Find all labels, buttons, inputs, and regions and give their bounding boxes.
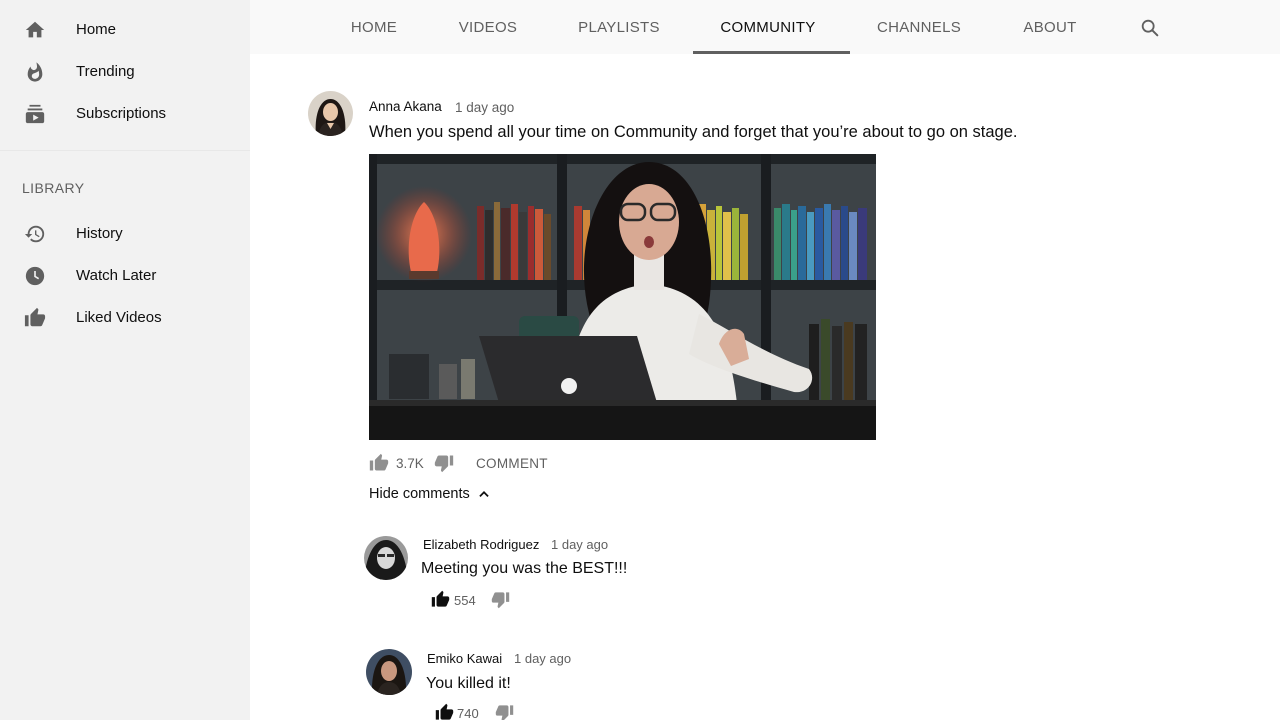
comment-text: You killed it! xyxy=(426,675,511,692)
active-tab-indicator xyxy=(693,51,850,54)
sidebar-item-label: Subscriptions xyxy=(76,105,167,122)
tab-playlists[interactable]: PLAYLISTS xyxy=(572,0,666,54)
tab-community[interactable]: COMMUNITY xyxy=(708,0,828,54)
comment-timestamp[interactable]: 1 day ago xyxy=(514,651,571,666)
trending-icon xyxy=(23,60,47,84)
sidebar-item-label: History xyxy=(76,225,123,242)
subscriptions-icon xyxy=(23,102,47,126)
comment-author-avatar[interactable] xyxy=(364,536,408,580)
sidebar-item-label: Watch Later xyxy=(76,267,157,284)
channel-tabs: HOME VIDEOS PLAYLISTS COMMUNITY CHANNELS… xyxy=(250,0,1280,54)
comment-author-name[interactable]: Emiko Kawai xyxy=(427,651,502,666)
tab-videos[interactable]: VIDEOS xyxy=(449,0,527,54)
tab-about[interactable]: ABOUT xyxy=(1017,0,1083,54)
sidebar-item-label: Trending xyxy=(76,63,135,80)
tab-channels[interactable]: CHANNELS xyxy=(869,0,969,54)
comment-text: Meeting you was the BEST!!! xyxy=(421,560,628,577)
thumbs-down-icon[interactable] xyxy=(495,703,514,720)
post-author-avatar[interactable] xyxy=(308,91,353,136)
comment-author-avatar[interactable] xyxy=(366,649,412,695)
comment-like-count: 554 xyxy=(454,593,476,608)
sidebar-item-trending[interactable]: Trending xyxy=(0,51,250,93)
thumbs-up-icon[interactable] xyxy=(369,453,389,473)
thumbs-down-icon[interactable] xyxy=(434,453,454,473)
thumbs-up-icon[interactable] xyxy=(431,590,450,609)
sidebar-divider xyxy=(0,150,250,151)
sidebar-item-liked-videos[interactable]: Liked Videos xyxy=(0,297,250,339)
sidebar-item-watch-later[interactable]: Watch Later xyxy=(0,255,250,297)
sidebar-item-home[interactable]: Home xyxy=(0,9,250,51)
hide-comments-toggle[interactable]: Hide comments xyxy=(369,486,491,502)
library-heading: LIBRARY xyxy=(22,180,85,196)
post-like-count: 3.7K xyxy=(396,456,424,471)
comment-like-count: 740 xyxy=(457,706,479,720)
tab-home[interactable]: HOME xyxy=(340,0,408,54)
thumbs-up-icon[interactable] xyxy=(435,703,454,720)
home-icon xyxy=(23,18,47,42)
hide-comments-label: Hide comments xyxy=(369,486,470,502)
thumbs-up-icon xyxy=(23,306,47,330)
post-timestamp[interactable]: 1 day ago xyxy=(455,100,514,115)
search-icon[interactable] xyxy=(1139,17,1161,39)
comment-button[interactable]: COMMENT xyxy=(476,456,548,471)
sidebar-item-history[interactable]: History xyxy=(0,213,250,255)
post-image[interactable] xyxy=(369,154,876,440)
sidebar-item-label: Liked Videos xyxy=(76,309,162,326)
post-author-name[interactable]: Anna Akana xyxy=(369,99,442,114)
comment-timestamp[interactable]: 1 day ago xyxy=(551,537,608,552)
history-icon xyxy=(23,222,47,246)
post-text: When you spend all your time on Communit… xyxy=(369,123,1018,141)
sidebar-item-subscriptions[interactable]: Subscriptions xyxy=(0,93,250,135)
sidebar: Home Trending Subscriptions LIBRARY Hist… xyxy=(0,0,250,720)
comment-author-name[interactable]: Elizabeth Rodriguez xyxy=(423,537,539,552)
clock-icon xyxy=(23,264,47,288)
chevron-up-icon xyxy=(477,487,491,501)
sidebar-item-label: Home xyxy=(76,21,117,38)
thumbs-down-icon[interactable] xyxy=(491,590,510,609)
